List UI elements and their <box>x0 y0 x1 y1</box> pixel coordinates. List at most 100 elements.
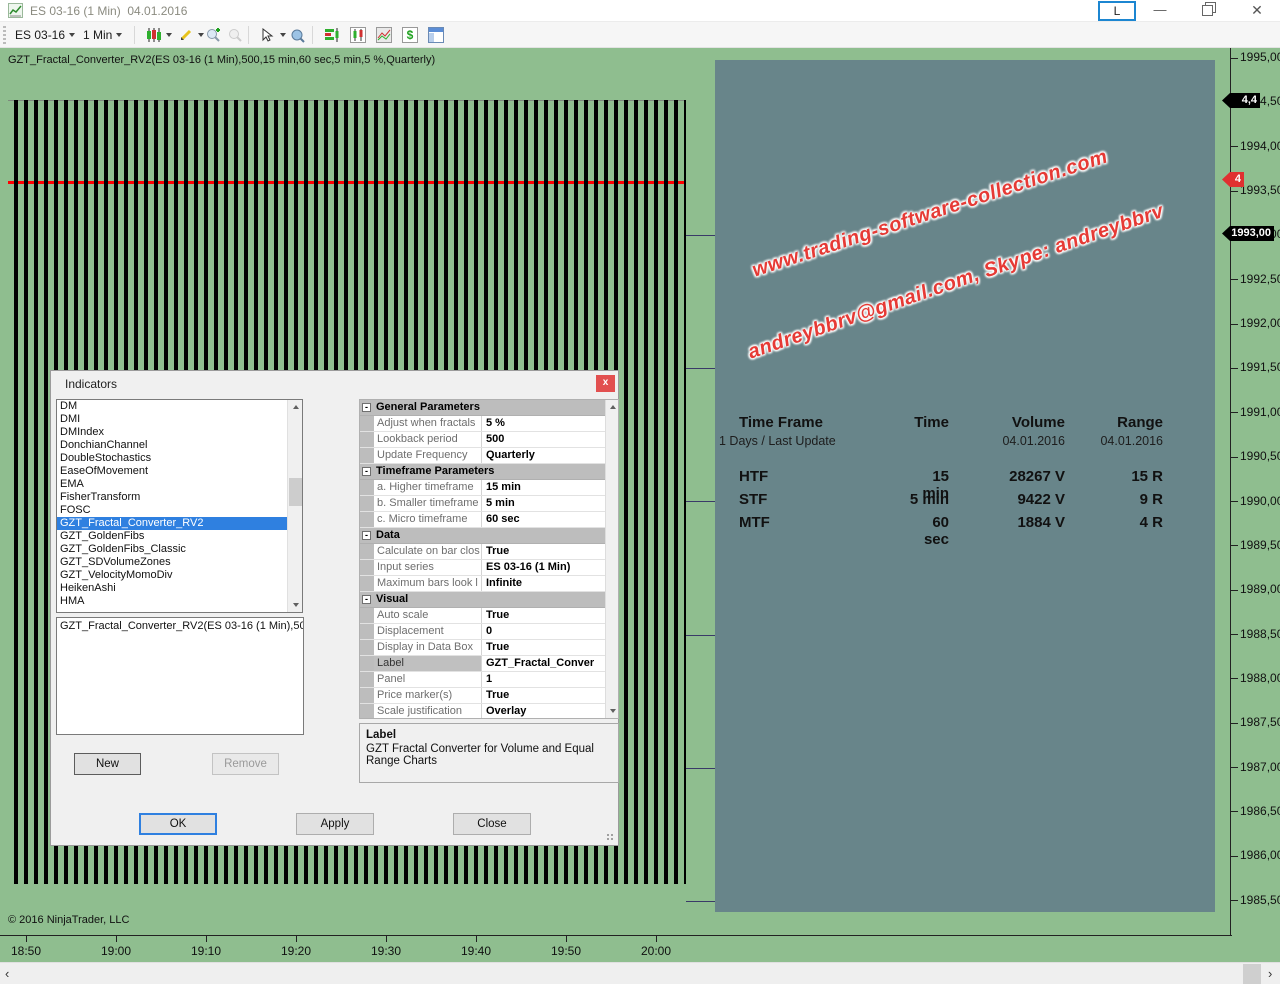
apply-button[interactable]: Apply <box>296 813 374 835</box>
property-value[interactable]: Infinite <box>482 576 618 591</box>
restore-button[interactable] <box>1202 5 1212 15</box>
scroll-down-icon[interactable] <box>288 598 303 612</box>
property-value[interactable]: GZT_Fractal_Conver <box>482 656 618 671</box>
property-row[interactable]: Update FrequencyQuarterly <box>360 448 618 464</box>
properties-button[interactable] <box>424 24 447 46</box>
list-item[interactable]: GZT_GoldenFibs_Classic <box>57 543 302 556</box>
chart-trader-button[interactable] <box>320 24 343 46</box>
instrument-dropdown[interactable]: ES 03-16 <box>12 24 78 46</box>
minimize-button[interactable]: — <box>1143 0 1177 22</box>
scroll-left-icon[interactable]: ‹ <box>5 966 9 981</box>
property-row[interactable]: Scale justificationOverlay <box>360 704 618 719</box>
property-value[interactable]: 500 <box>482 432 618 447</box>
property-value[interactable]: 15 min <box>482 480 618 495</box>
configured-indicators-box[interactable]: GZT_Fractal_Converter_RV2(ES 03-16 (1 Mi… <box>56 617 304 735</box>
list-scrollbar[interactable] <box>287 400 302 612</box>
property-row[interactable]: c. Micro timeframe60 sec <box>360 512 618 528</box>
new-button[interactable]: New <box>74 753 141 775</box>
property-row[interactable]: Display in Data BoxTrue <box>360 640 618 656</box>
property-name: Displacement <box>374 624 482 639</box>
watermark-line2: andreybbrv@gmail.com, Skype: andreybbrv <box>745 200 1167 364</box>
dialog-close-button[interactable]: x <box>596 375 615 392</box>
toolbar-grip-icon[interactable] <box>3 26 6 44</box>
dollar-button[interactable]: $ <box>398 24 421 46</box>
scroll-right-icon[interactable]: › <box>1268 966 1272 981</box>
data-box-button[interactable] <box>286 24 309 46</box>
property-category[interactable]: -General Parameters <box>360 400 618 416</box>
list-item[interactable]: DoubleStochastics <box>57 452 302 465</box>
list-item[interactable]: DM <box>57 400 302 413</box>
scrollbar-thumb[interactable] <box>1243 964 1261 984</box>
list-item[interactable]: GZT_GoldenFibs <box>57 530 302 543</box>
ok-button[interactable]: OK <box>139 813 217 835</box>
property-value[interactable]: True <box>482 640 618 655</box>
property-row[interactable]: Displacement0 <box>360 624 618 640</box>
chevron-down-icon <box>69 33 75 37</box>
property-row[interactable]: Calculate on bar closTrue <box>360 544 618 560</box>
property-value[interactable]: 60 sec <box>482 512 618 527</box>
close-dialog-button[interactable]: Close <box>453 813 531 835</box>
list-item[interactable]: GZT_Fractal_Converter_RV2 <box>57 517 302 530</box>
property-value[interactable]: True <box>482 608 618 623</box>
close-button[interactable]: ✕ <box>1240 0 1274 22</box>
zoom-in-button[interactable] <box>202 24 225 46</box>
property-grid[interactable]: -General ParametersAdjust when fractals5… <box>359 399 619 719</box>
category-label: General Parameters <box>374 400 480 415</box>
property-row[interactable]: Auto scaleTrue <box>360 608 618 624</box>
chart-style-button[interactable] <box>142 24 175 46</box>
property-value[interactable]: 0 <box>482 624 618 639</box>
cursor-icon <box>259 27 276 44</box>
list-item[interactable]: DMI <box>57 413 302 426</box>
property-row[interactable]: Input seriesES 03-16 (1 Min) <box>360 560 618 576</box>
property-category[interactable]: -Data <box>360 528 618 544</box>
property-category[interactable]: -Visual <box>360 592 618 608</box>
link-button[interactable]: L <box>1098 1 1136 21</box>
line-chart-button[interactable] <box>372 24 395 46</box>
price-tick <box>1230 767 1238 768</box>
property-value[interactable]: 1 <box>482 672 618 687</box>
list-item[interactable]: DonchianChannel <box>57 439 302 452</box>
interval-dropdown[interactable]: 1 Min <box>80 24 125 46</box>
property-value[interactable]: True <box>482 688 618 703</box>
collapse-icon[interactable]: - <box>362 467 371 476</box>
property-category[interactable]: -Timeframe Parameters <box>360 464 618 480</box>
list-item[interactable]: GZT_SDVolumeZones <box>57 556 302 569</box>
panel-table-cell: 15 R <box>1067 468 1163 491</box>
property-row[interactable]: Maximum bars look lInfinite <box>360 576 618 592</box>
collapse-icon[interactable]: - <box>362 595 371 604</box>
candlestick-panel-button[interactable] <box>346 24 369 46</box>
property-row[interactable]: Price marker(s)True <box>360 688 618 704</box>
horizontal-scrollbar[interactable]: ‹ › <box>0 962 1280 984</box>
list-item[interactable]: HMA <box>57 595 302 608</box>
scroll-up-icon[interactable] <box>606 400 619 414</box>
list-item[interactable]: HeikenAshi <box>57 582 302 595</box>
list-item[interactable]: EaseOfMovement <box>57 465 302 478</box>
scrollbar-thumb[interactable] <box>289 478 302 506</box>
dialog-title-bar[interactable]: Indicators x <box>51 371 618 397</box>
property-row[interactable]: a. Higher timeframe15 min <box>360 480 618 496</box>
scroll-down-icon[interactable] <box>606 704 619 718</box>
property-row[interactable]: b. Smaller timeframe5 min <box>360 496 618 512</box>
property-row[interactable]: Panel1 <box>360 672 618 688</box>
scroll-up-icon[interactable] <box>288 400 303 414</box>
property-value[interactable]: 5 % <box>482 416 618 431</box>
collapse-icon[interactable]: - <box>362 531 371 540</box>
list-item[interactable]: FisherTransform <box>57 491 302 504</box>
grid-scrollbar[interactable] <box>605 400 618 718</box>
cursor-button[interactable] <box>256 24 289 46</box>
property-row[interactable]: Adjust when fractals5 % <box>360 416 618 432</box>
list-item[interactable]: DMIndex <box>57 426 302 439</box>
property-value[interactable]: ES 03-16 (1 Min) <box>482 560 618 575</box>
list-item[interactable]: GZT_VelocityMomoDiv <box>57 569 302 582</box>
resize-grip[interactable] <box>606 833 615 842</box>
list-item[interactable]: FOSC <box>57 504 302 517</box>
property-row[interactable]: Lookback period500 <box>360 432 618 448</box>
property-value[interactable]: 5 min <box>482 496 618 511</box>
property-value[interactable]: Overlay <box>482 704 618 719</box>
property-value[interactable]: True <box>482 544 618 559</box>
indicator-list[interactable]: DMDMIDMIndexDonchianChannelDoubleStochas… <box>56 399 303 613</box>
list-item[interactable]: EMA <box>57 478 302 491</box>
property-row[interactable]: LabelGZT_Fractal_Conver <box>360 656 618 672</box>
collapse-icon[interactable]: - <box>362 403 371 412</box>
property-value[interactable]: Quarterly <box>482 448 618 463</box>
